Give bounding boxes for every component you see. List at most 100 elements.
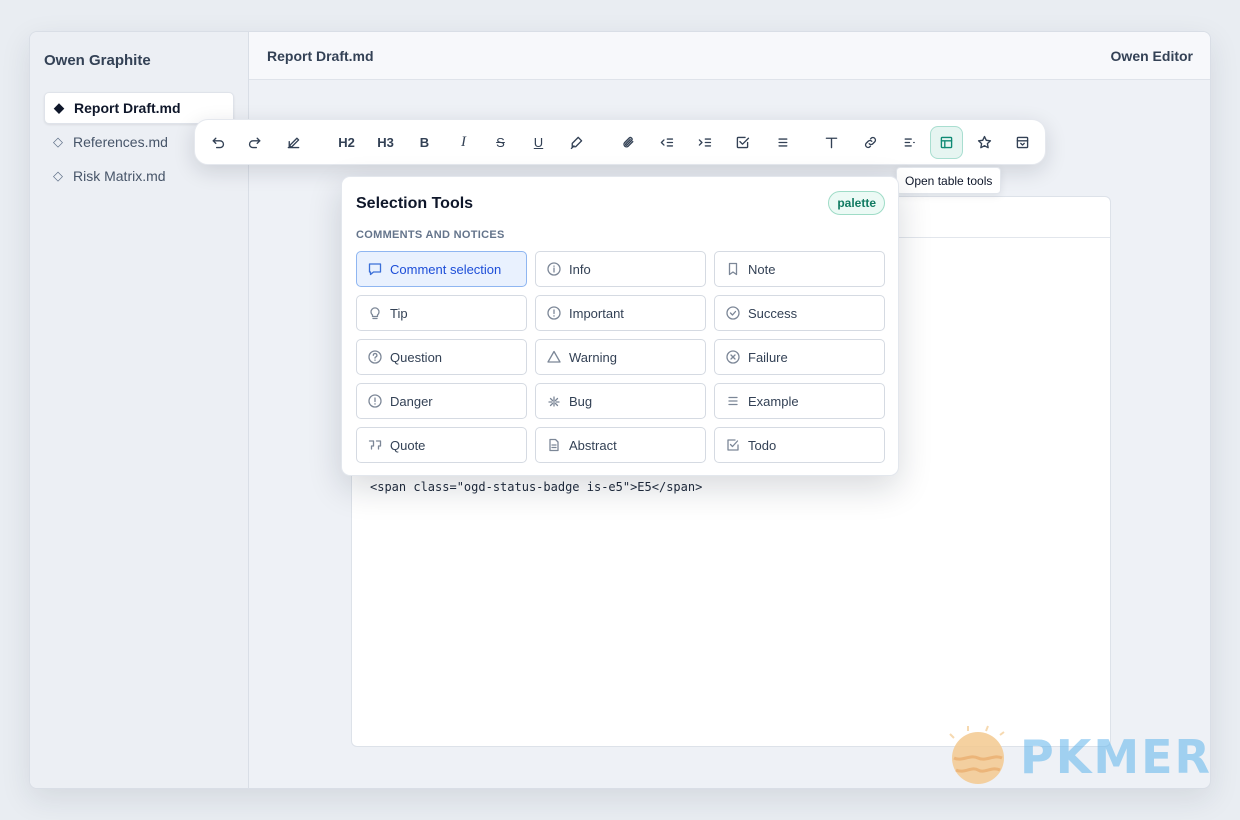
outdent-button[interactable] xyxy=(650,126,683,159)
eraser-icon xyxy=(287,137,300,149)
table-tools-button[interactable] xyxy=(930,126,963,159)
archive-box-icon xyxy=(1016,136,1029,149)
checkbox-icon xyxy=(736,136,750,149)
selection-tools-popover: Selection Tools palette COMMENTS AND NOT… xyxy=(341,176,899,476)
option-important[interactable]: Important xyxy=(535,295,706,331)
attach-button[interactable] xyxy=(612,126,645,159)
pkmer-logo-icon xyxy=(949,725,1005,784)
option-label: Quote xyxy=(390,437,426,453)
option-failure[interactable]: Failure xyxy=(714,339,885,375)
option-example[interactable]: Example xyxy=(714,383,885,419)
highlight-button[interactable] xyxy=(560,126,593,159)
marker-pen-icon xyxy=(570,136,583,150)
option-tip[interactable]: Tip xyxy=(356,295,527,331)
option-label: Todo xyxy=(748,437,777,453)
options-grid: Comment selection Info Note Tip Importan… xyxy=(356,251,886,463)
info-icon xyxy=(546,261,562,277)
option-label: Warning xyxy=(569,349,617,365)
link-icon xyxy=(864,136,877,149)
editor-name: Owen Editor xyxy=(1110,48,1193,64)
app-title: Owen Graphite xyxy=(44,52,151,69)
section-heading: COMMENTS AND NOTICES xyxy=(356,229,505,241)
palette-badge[interactable]: palette xyxy=(828,191,885,215)
file-item-label: Risk Matrix.md xyxy=(73,168,166,184)
code-line[interactable]: <span class="ogd-status-badge is-e5">E5<… xyxy=(370,480,702,494)
undo-button[interactable] xyxy=(201,126,234,159)
list-icon xyxy=(778,138,788,147)
outdent-icon xyxy=(660,138,674,147)
watermark-text: PKMER xyxy=(1020,730,1212,784)
option-label: Question xyxy=(390,349,443,365)
paperclip-icon xyxy=(623,136,634,148)
indent-icon xyxy=(698,138,712,147)
option-question[interactable]: Question xyxy=(356,339,527,375)
option-bug[interactable]: Bug xyxy=(535,383,706,419)
option-todo[interactable]: Todo xyxy=(714,427,885,463)
popover-title: Selection Tools xyxy=(356,195,474,212)
question-circle-icon xyxy=(367,349,383,365)
more-list-button[interactable] xyxy=(893,126,926,159)
option-label: Tip xyxy=(390,305,408,321)
lightbulb-icon xyxy=(367,305,383,321)
alert-circle-icon xyxy=(546,305,562,321)
x-circle-icon xyxy=(725,349,741,365)
option-info[interactable]: Info xyxy=(535,251,706,287)
strikethrough-button[interactable]: S xyxy=(484,126,517,159)
text-type-icon xyxy=(825,137,838,149)
option-label: Info xyxy=(569,261,591,277)
option-note[interactable]: Note xyxy=(714,251,885,287)
checkbox-icon xyxy=(725,437,741,453)
file-item-label: References.md xyxy=(73,134,168,150)
tooltip: Open table tools xyxy=(896,167,1002,194)
top-bar: Report Draft.md Owen Editor xyxy=(249,32,1210,80)
underline-button[interactable]: U xyxy=(522,126,555,159)
option-success[interactable]: Success xyxy=(714,295,885,331)
list-button[interactable] xyxy=(766,126,799,159)
table-icon xyxy=(940,136,953,149)
favorite-button[interactable] xyxy=(968,126,1001,159)
italic-button[interactable]: I xyxy=(447,126,480,159)
pkmer-watermark-logo: PKMER xyxy=(946,724,1216,790)
quote-icon xyxy=(367,437,383,453)
link-button[interactable] xyxy=(854,126,887,159)
redo-icon xyxy=(248,137,261,149)
option-label: Abstract xyxy=(569,437,617,453)
option-warning[interactable]: Warning xyxy=(535,339,706,375)
archive-button[interactable] xyxy=(1006,126,1039,159)
file-item-label: Report Draft.md xyxy=(74,100,181,116)
document-icon xyxy=(546,437,562,453)
option-label: Bug xyxy=(569,393,593,409)
option-quote[interactable]: Quote xyxy=(356,427,527,463)
checklist-button[interactable] xyxy=(726,126,759,159)
option-abstract[interactable]: Abstract xyxy=(535,427,706,463)
option-label: Danger xyxy=(390,393,433,409)
star-icon xyxy=(977,135,992,149)
option-label: Important xyxy=(569,305,624,321)
text-button[interactable] xyxy=(815,126,848,159)
list-icon xyxy=(725,393,741,409)
undo-icon xyxy=(212,137,225,149)
bookmark-icon xyxy=(725,261,741,277)
list-dots-icon xyxy=(904,138,915,147)
formatting-toolbar: H2 H3 B I S U xyxy=(194,119,1046,165)
option-label: Example xyxy=(748,393,799,409)
bug-icon xyxy=(546,393,562,409)
heading-3-button[interactable]: H3 xyxy=(369,126,402,159)
option-label: Comment selection xyxy=(390,261,502,277)
redo-button[interactable] xyxy=(239,126,272,159)
diamond-outline-icon: ◇ xyxy=(53,134,63,149)
check-circle-icon xyxy=(725,305,741,321)
indent-button[interactable] xyxy=(688,126,721,159)
option-danger[interactable]: Danger xyxy=(356,383,527,419)
option-label: Failure xyxy=(748,349,788,365)
diamond-outline-icon: ◇ xyxy=(53,168,63,183)
option-comment-selection[interactable]: Comment selection xyxy=(356,251,527,287)
diamond-filled-icon: ◆ xyxy=(54,100,64,115)
danger-circle-icon xyxy=(367,393,383,409)
clear-format-button[interactable] xyxy=(277,126,310,159)
document-name: Report Draft.md xyxy=(267,48,374,64)
heading-2-button[interactable]: H2 xyxy=(330,126,363,159)
warning-triangle-icon xyxy=(546,349,562,365)
option-label: Success xyxy=(748,305,798,321)
bold-button[interactable]: B xyxy=(408,126,441,159)
